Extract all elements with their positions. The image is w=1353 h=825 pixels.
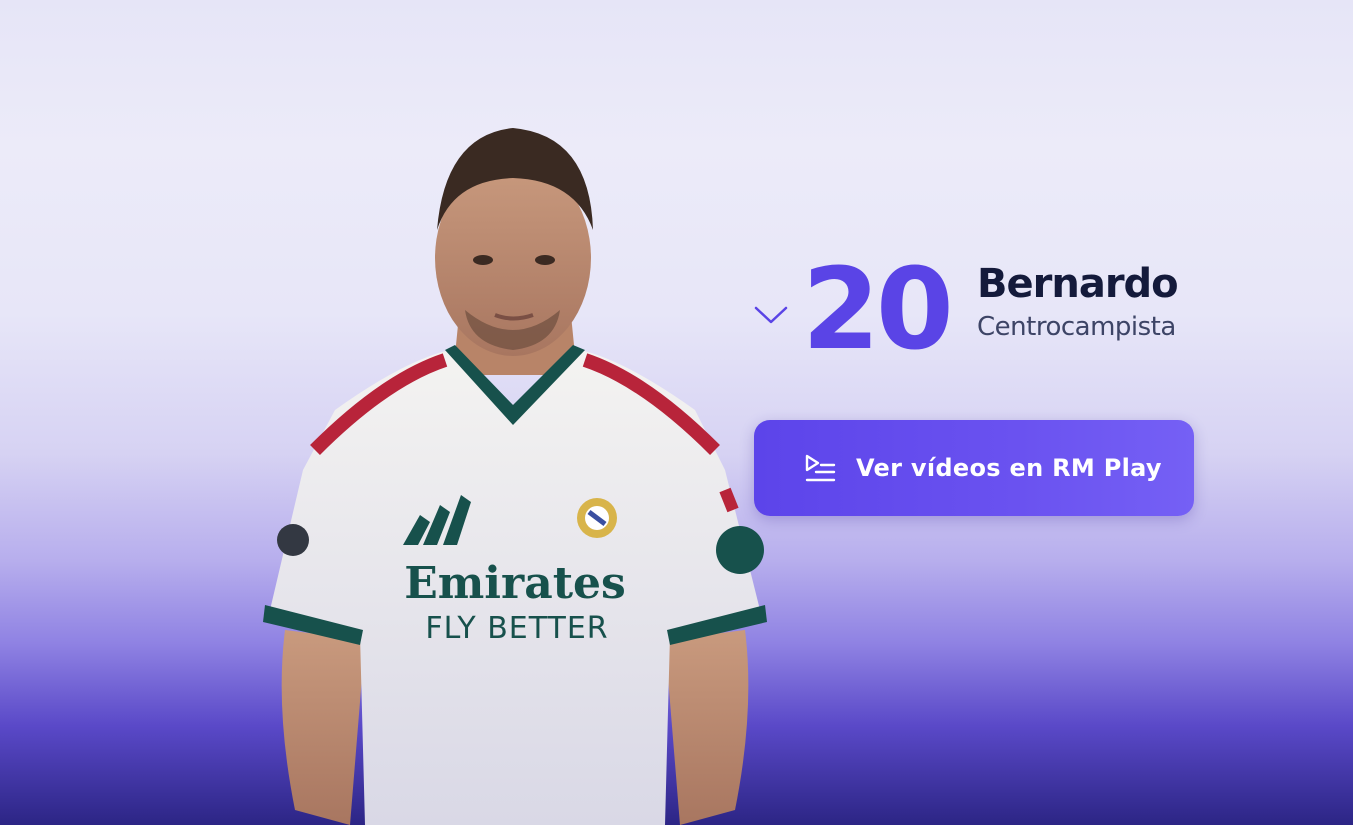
rm-play-videos-button[interactable]: Ver vídeos en RM Play xyxy=(754,420,1194,516)
player-info: Bernardo Centrocampista xyxy=(977,261,1179,342)
svg-text:Emirates: Emirates xyxy=(404,558,626,609)
rm-play-button-label: Ver vídeos en RM Play xyxy=(856,454,1162,482)
player-name: Bernardo xyxy=(977,261,1179,307)
svg-text:FLY BETTER: FLY BETTER xyxy=(425,611,608,646)
play-list-icon xyxy=(805,454,836,482)
player-position: Centrocampista xyxy=(977,312,1176,342)
chevron-down-icon[interactable] xyxy=(752,300,790,330)
player-hero: Emirates FLY BETTER 20 Bernardo Centroca… xyxy=(0,0,1353,825)
player-number-block: 20 xyxy=(752,245,954,375)
player-photo: Emirates FLY BETTER xyxy=(263,128,767,825)
jersey-number: 20 xyxy=(802,245,954,375)
